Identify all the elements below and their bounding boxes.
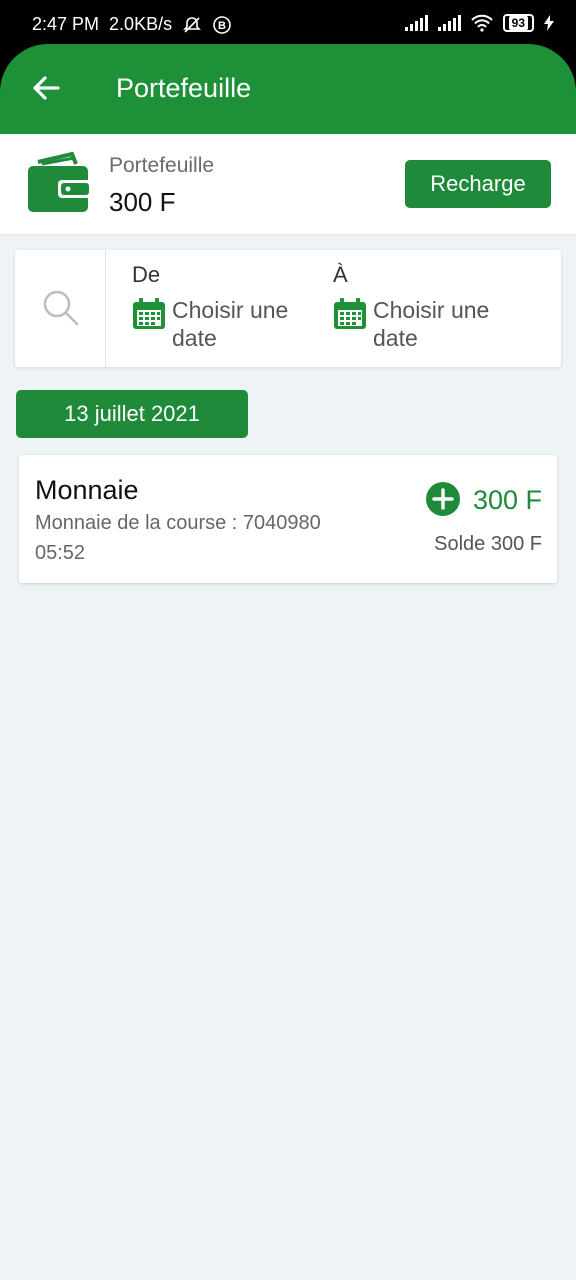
back-arrow-icon[interactable] [28, 70, 64, 106]
transaction-amount: 300 F [472, 485, 542, 515]
wifi-icon [470, 14, 493, 32]
to-date-placeholder: Choisir une date [373, 297, 490, 351]
wallet-icon [28, 152, 92, 212]
to-date-field[interactable]: À Choisir une date [333, 262, 513, 352]
signal-icon [404, 15, 428, 31]
credit-plus-icon [426, 482, 460, 516]
calendar-icon [334, 298, 366, 329]
status-bar: 2:47 PM 2.0KB/s B 93 [0, 0, 576, 44]
signal-icon-2 [437, 15, 461, 31]
battery-icon: 93 [502, 14, 534, 32]
from-date-field[interactable]: De Choisir une date [132, 262, 312, 352]
search-button[interactable] [15, 250, 106, 367]
transaction-time: 05:52 [35, 542, 86, 564]
status-time: 2:47 PM [32, 14, 100, 34]
search-icon [43, 290, 79, 326]
page-title: Portefeuille [116, 73, 252, 103]
mute-alarm-icon [183, 16, 202, 33]
transaction-title: Monnaie [35, 475, 139, 505]
wallet-balance: 300 F [109, 187, 176, 217]
charging-icon [544, 15, 554, 31]
transaction-item[interactable]: Monnaie Monnaie de la course : 7040980 0… [19, 455, 557, 583]
status-speed: 2.0KB/s [109, 14, 173, 34]
transaction-description: Monnaie de la course : 7040980 [35, 512, 321, 534]
app-bar: Portefeuille [0, 44, 576, 134]
to-label: À [333, 262, 348, 287]
wallet-summary-card: Portefeuille 300 F Recharge [0, 134, 576, 234]
from-date-placeholder: Choisir une date [172, 297, 289, 351]
wallet-label: Portefeuille [109, 154, 215, 177]
date-group-header: 13 juillet 2021 [16, 390, 248, 438]
transaction-balance: Solde 300 F [434, 533, 542, 555]
battery-level: 93 [508, 16, 528, 30]
calendar-icon [133, 298, 165, 329]
svg-text:B: B [218, 20, 226, 32]
from-label: De [132, 262, 161, 287]
b-badge-icon: B [213, 15, 231, 34]
date-filter-card: De Choisir une date À Choisir une date [15, 250, 561, 367]
recharge-button[interactable]: Recharge [405, 160, 551, 208]
